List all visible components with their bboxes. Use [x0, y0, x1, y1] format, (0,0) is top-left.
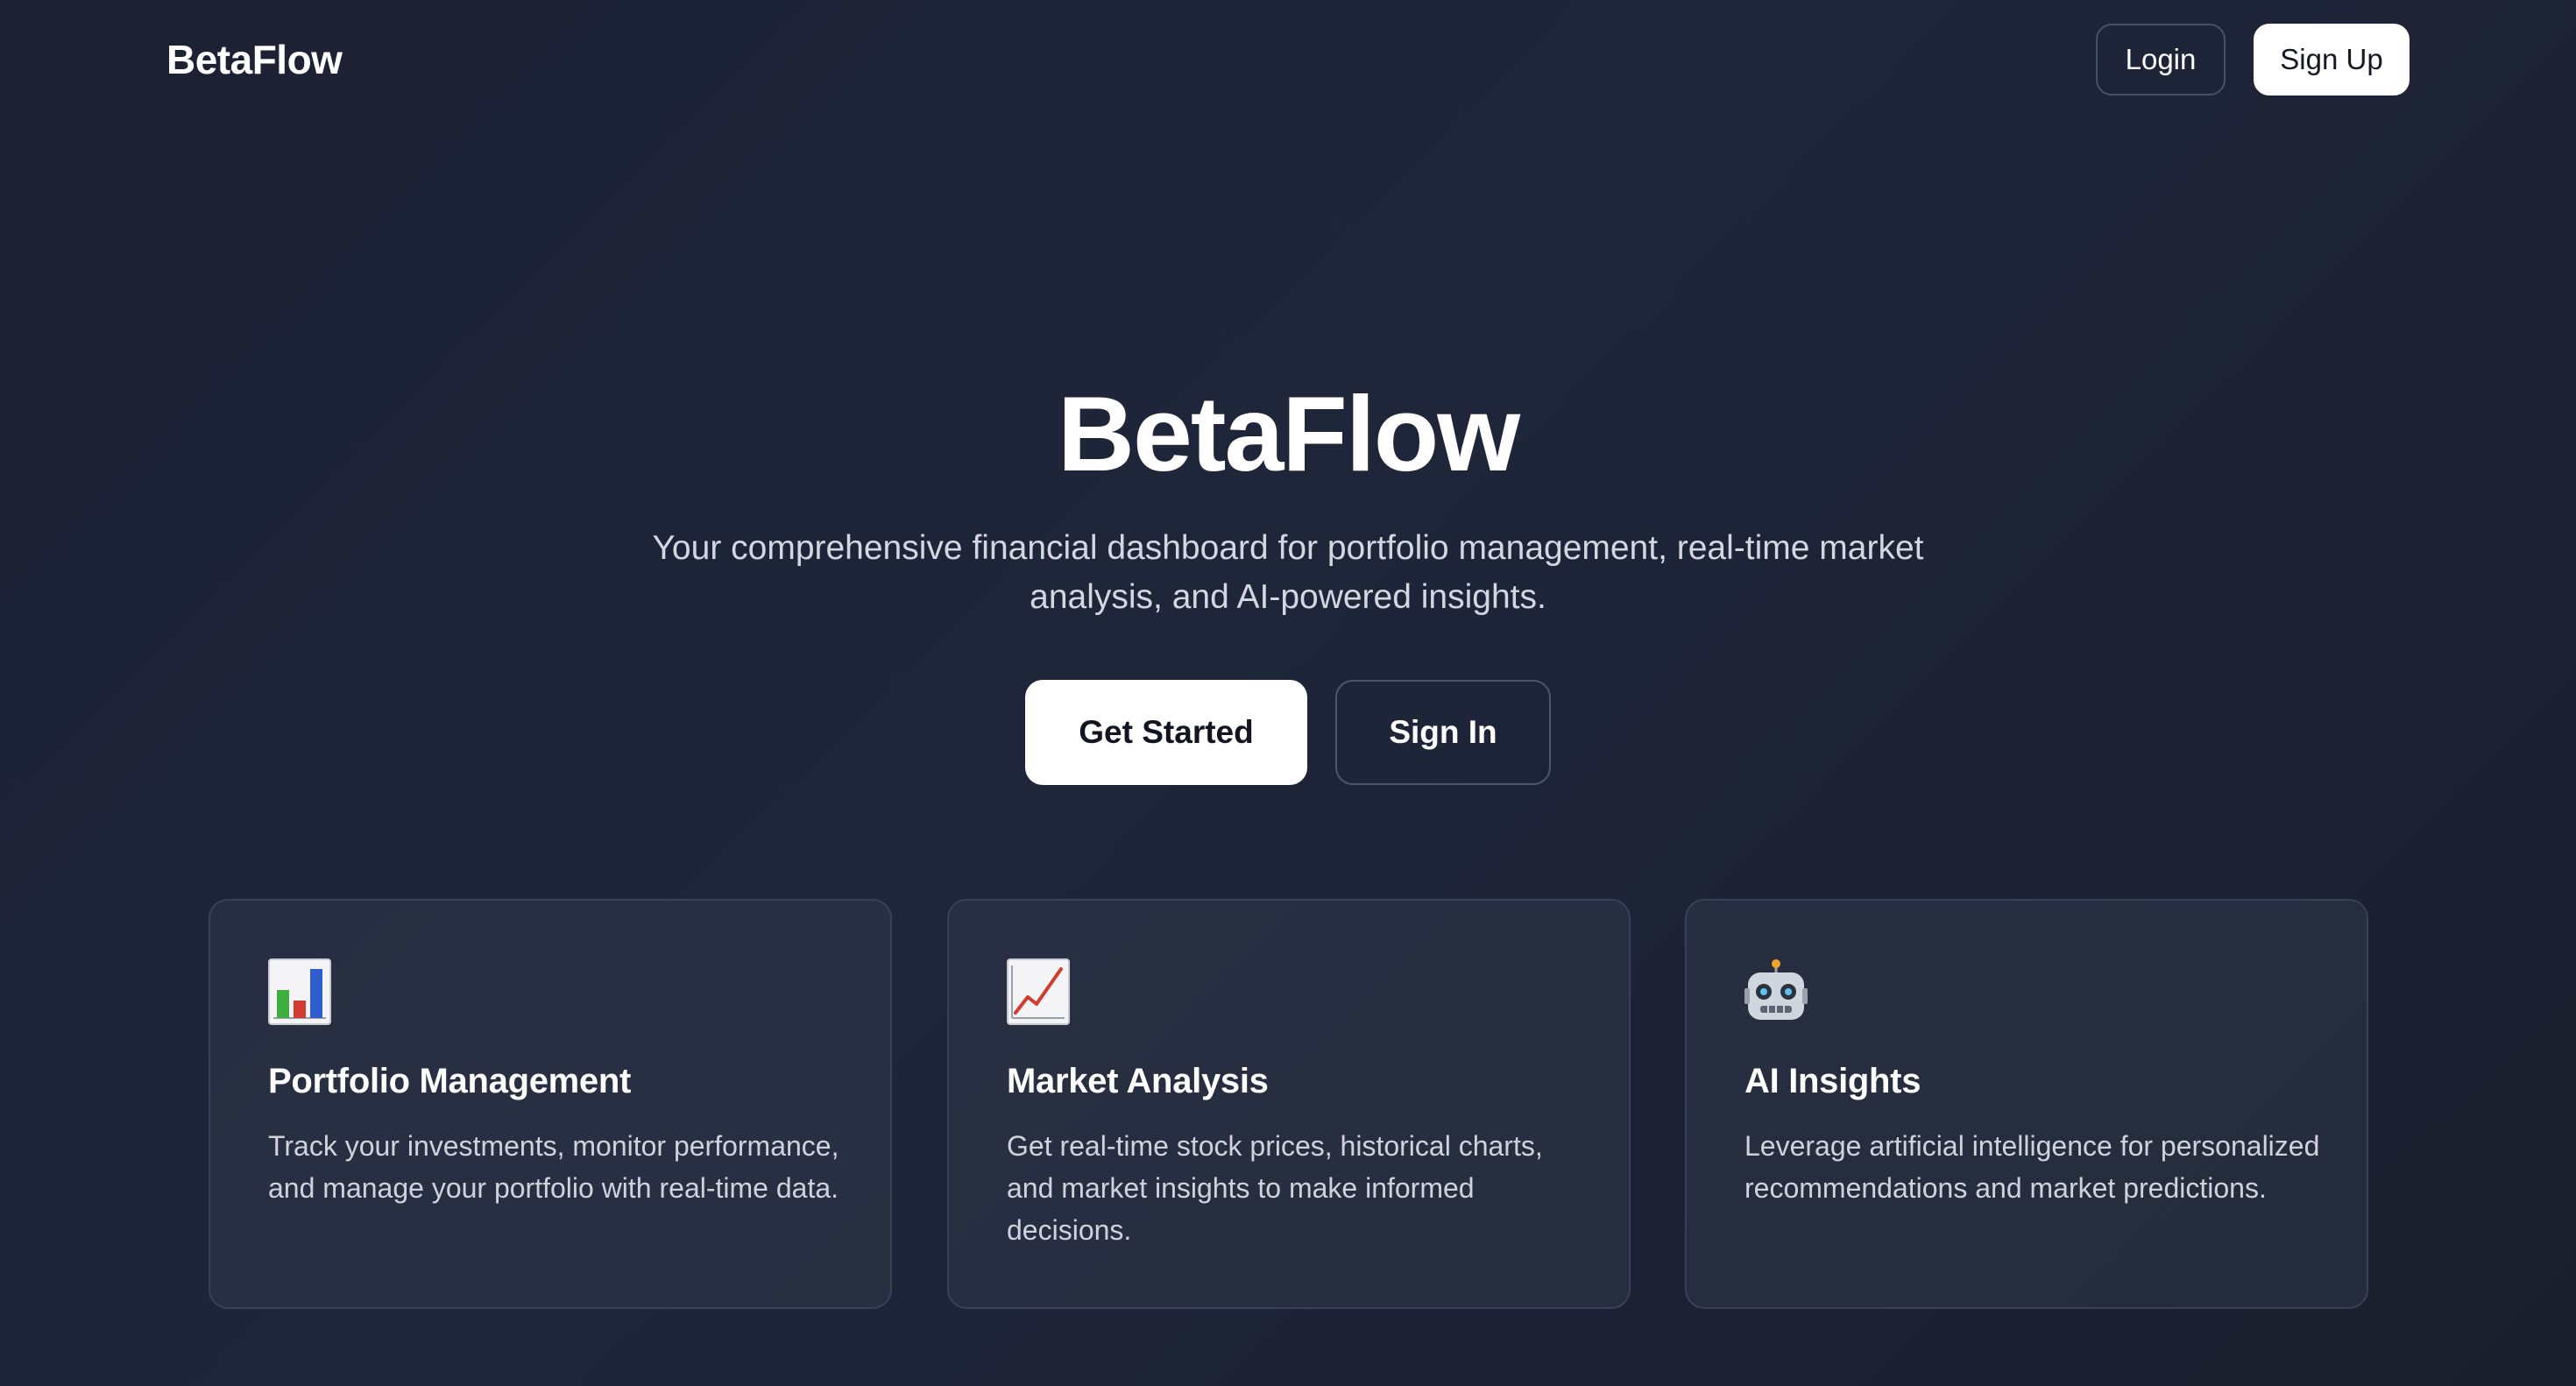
feature-title: Market Analysis: [1007, 1062, 1269, 1100]
hero-title: BetaFlow: [1057, 374, 1520, 493]
sign-in-button[interactable]: Sign In: [1335, 680, 1551, 785]
brand-logo[interactable]: BetaFlow: [166, 33, 343, 86]
feature-title: AI Insights: [1744, 1062, 1921, 1100]
feature-description: Track your investments, monitor performa…: [268, 1130, 839, 1204]
bar-chart-icon: [268, 958, 331, 1025]
sign-up-button[interactable]: Sign Up: [2254, 24, 2410, 95]
get-started-button[interactable]: Get Started: [1025, 680, 1307, 785]
login-button[interactable]: Login: [2096, 24, 2226, 95]
feature-title: Portfolio Management: [268, 1062, 632, 1100]
feature-description: Get real-time stock prices, historical c…: [1007, 1130, 1543, 1246]
hero-subtitle: Your comprehensive financial dashboard f…: [652, 529, 1924, 616]
feature-card-market: Market Analysis Get real-time stock pric…: [947, 899, 1631, 1309]
robot-icon: [1744, 958, 1808, 1025]
feature-card-ai: AI Insights Leverage artificial intellig…: [1685, 899, 2368, 1309]
chart-increasing-icon: [1007, 958, 1070, 1025]
feature-card-portfolio: Portfolio Management Track your investme…: [209, 899, 892, 1309]
feature-description: Leverage artificial intelligence for per…: [1744, 1130, 2320, 1204]
top-navbar: BetaFlow Login Sign Up: [0, 0, 2576, 119]
